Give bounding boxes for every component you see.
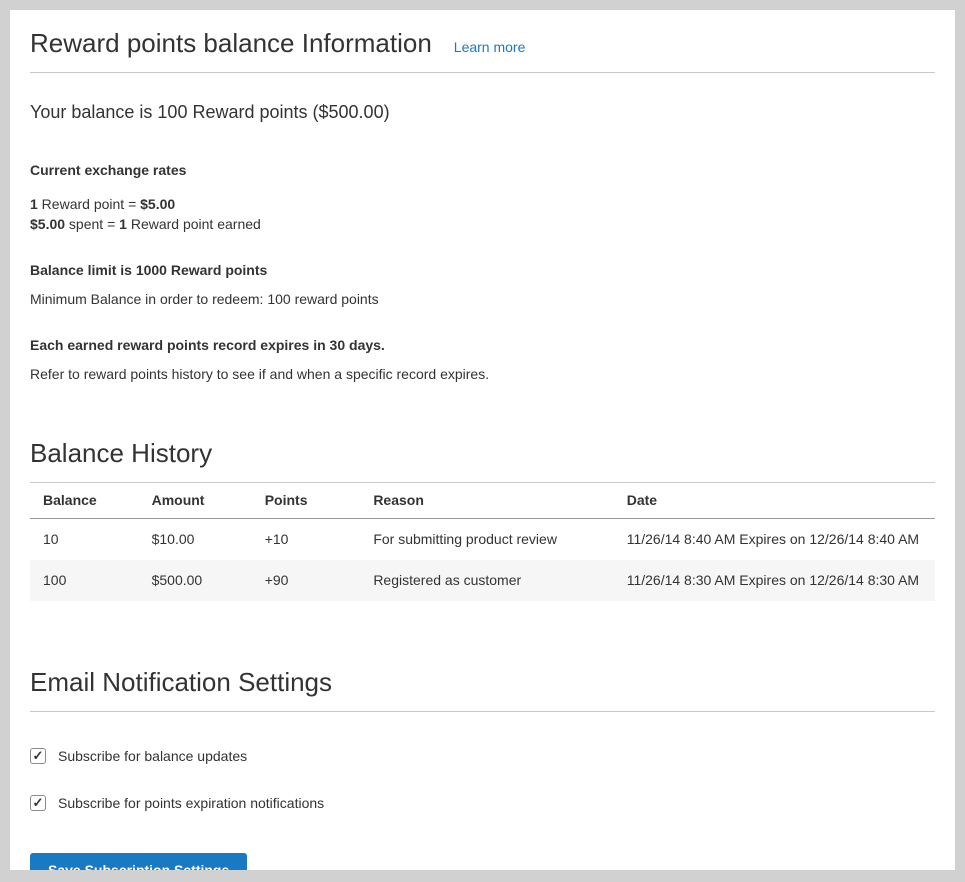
learn-more-link[interactable]: Learn more bbox=[454, 39, 526, 55]
cell-balance: 100 bbox=[30, 560, 139, 601]
table-header: Balance Amount Points Reason Date bbox=[30, 483, 935, 519]
cell-amount: $500.00 bbox=[139, 560, 252, 601]
exchange-rate-line-1: 1 Reward point = $5.00 bbox=[30, 194, 935, 214]
table-row: 10 $10.00 +10 For submitting product rev… bbox=[30, 519, 935, 561]
minimum-balance-text: Minimum Balance in order to redeem: 100 … bbox=[30, 289, 935, 309]
subscribe-balance-checkbox[interactable]: ✓ bbox=[30, 748, 46, 764]
column-header-amount: Amount bbox=[139, 483, 252, 519]
cell-reason: For submitting product review bbox=[360, 519, 613, 561]
column-header-reason: Reason bbox=[360, 483, 613, 519]
rate2-text-2: Reward point earned bbox=[127, 216, 261, 232]
rate1-value: $5.00 bbox=[140, 196, 175, 212]
column-header-points: Points bbox=[252, 483, 361, 519]
exchange-rate-line-2: $5.00 spent = 1 Reward point earned bbox=[30, 214, 935, 234]
save-subscription-button[interactable]: Save Subscription Settings bbox=[30, 853, 247, 870]
balance-limit-text: Balance limit is 1000 Reward points bbox=[30, 260, 935, 280]
checkmark-icon: ✓ bbox=[33, 749, 44, 762]
subscribe-expiration-row: ✓ Subscribe for points expiration notifi… bbox=[30, 795, 935, 811]
checkmark-icon: ✓ bbox=[33, 796, 44, 809]
column-header-date: Date bbox=[614, 483, 935, 519]
cell-date: 11/26/14 8:40 AM Expires on 12/26/14 8:4… bbox=[614, 519, 935, 561]
balance-history-table: Balance Amount Points Reason Date 10 $10… bbox=[30, 483, 935, 601]
page-background: { "header": { "title": "Reward points ba… bbox=[0, 0, 965, 882]
page-title: Reward points balance Information bbox=[30, 28, 432, 59]
email-settings-divider bbox=[30, 711, 935, 712]
rate2-text-1: spent = bbox=[65, 216, 119, 232]
cell-amount: $10.00 bbox=[139, 519, 252, 561]
header-divider bbox=[30, 72, 935, 73]
balance-history-title: Balance History bbox=[30, 438, 935, 469]
subscribe-expiration-checkbox[interactable]: ✓ bbox=[30, 795, 46, 811]
expiration-bold-text: Each earned reward points record expires… bbox=[30, 335, 935, 355]
reward-points-panel: Reward points balance Information Learn … bbox=[10, 10, 955, 870]
rate2-points: 1 bbox=[119, 216, 127, 232]
cell-balance: 10 bbox=[30, 519, 139, 561]
expiration-note-text: Refer to reward points history to see if… bbox=[30, 364, 935, 384]
subscribe-expiration-label[interactable]: Subscribe for points expiration notifica… bbox=[58, 795, 324, 811]
table-row: 100 $500.00 +90 Registered as customer 1… bbox=[30, 560, 935, 601]
subscribe-balance-row: ✓ Subscribe for balance updates bbox=[30, 748, 935, 764]
cell-points: +10 bbox=[252, 519, 361, 561]
rate2-value: $5.00 bbox=[30, 216, 65, 232]
cell-points: +90 bbox=[252, 560, 361, 601]
exchange-rates-heading: Current exchange rates bbox=[30, 160, 935, 180]
email-settings-title: Email Notification Settings bbox=[30, 667, 935, 698]
rate1-text: Reward point = bbox=[38, 196, 140, 212]
cell-date: 11/26/14 8:30 AM Expires on 12/26/14 8:3… bbox=[614, 560, 935, 601]
page-header: Reward points balance Information Learn … bbox=[30, 26, 935, 59]
balance-summary: Your balance is 100 Reward points ($500.… bbox=[30, 102, 935, 123]
column-header-balance: Balance bbox=[30, 483, 139, 519]
rate1-points: 1 bbox=[30, 196, 38, 212]
cell-reason: Registered as customer bbox=[360, 560, 613, 601]
subscribe-balance-label[interactable]: Subscribe for balance updates bbox=[58, 748, 247, 764]
